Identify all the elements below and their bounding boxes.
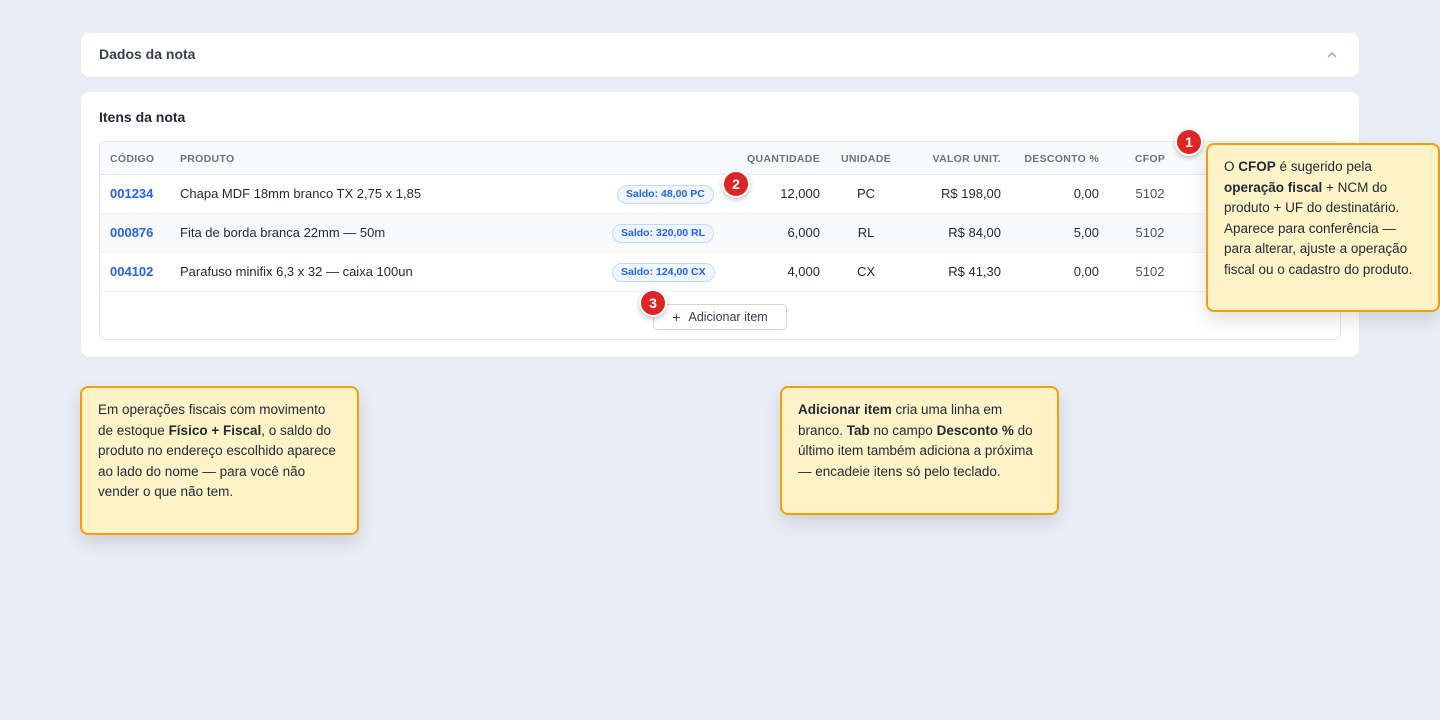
tooltip-bold: operação fiscal <box>1224 179 1323 195</box>
header-produto: PRODUTO <box>180 153 235 165</box>
item-unit-price[interactable]: R$ 41,30 <box>948 264 1001 279</box>
tooltip-bold: Físico + Fiscal <box>168 422 262 438</box>
header-cfop: CFOP <box>1134 153 1166 165</box>
item-unit-price[interactable]: R$ 198,00 <box>941 186 1001 201</box>
tooltip-bold: Tab <box>846 422 870 438</box>
step-marker-1: 1 <box>1175 128 1203 156</box>
item-cfop: 5102 <box>1135 264 1165 279</box>
itens-da-nota-title: Itens da nota <box>99 109 186 125</box>
tooltip-cfop: O CFOP é sugerido pela operação fiscal +… <box>1206 143 1440 312</box>
item-quantity[interactable]: 4,000 <box>787 264 820 279</box>
item-cfop: 5102 <box>1135 225 1165 240</box>
plus-icon: + <box>672 309 681 325</box>
tooltip-bold: CFOP <box>1238 159 1276 174</box>
tooltip-bold: Desconto % <box>936 422 1014 438</box>
item-quantity[interactable]: 12,000 <box>780 186 820 201</box>
dados-da-nota-title: Dados da nota <box>99 46 196 62</box>
item-code-link[interactable]: 004102 <box>110 264 153 279</box>
item-product-name: Chapa MDF 18mm branco TX 2,75 x 1,85 <box>180 186 422 201</box>
item-product-name: Fita de borda branca 22mm — 50m <box>180 225 386 240</box>
table-row[interactable]: 000876 Fita de borda branca 22mm — 50m S… <box>100 214 1340 253</box>
item-cfop: 5102 <box>1135 186 1165 201</box>
item-unit: RL <box>857 225 875 240</box>
chevron-up-icon[interactable] <box>1327 50 1337 60</box>
saldo-badge: Saldo: 48,00 PC <box>617 185 714 204</box>
item-code-link[interactable]: 001234 <box>110 186 153 201</box>
header-unidade: UNIDADE <box>841 153 891 165</box>
header-quantidade: QUANTIDADE <box>747 153 820 165</box>
item-code-link[interactable]: 000876 <box>110 225 153 240</box>
add-item-button[interactable]: + Adicionar item <box>653 304 787 330</box>
item-discount[interactable]: 0,00 <box>1074 186 1099 201</box>
items-table: CÓDIGO PRODUTO QUANTIDADE UNIDADE VALOR … <box>99 141 1341 340</box>
item-discount[interactable]: 5,00 <box>1074 225 1099 240</box>
dados-da-nota-panel[interactable]: Dados da nota <box>81 33 1359 77</box>
header-codigo: CÓDIGO <box>110 153 155 165</box>
tooltip-text: O <box>1224 159 1239 174</box>
step-marker-3: 3 <box>639 289 667 317</box>
tooltip-text: é sugerido pela <box>1275 159 1372 174</box>
add-item-label: Adicionar item <box>688 310 768 324</box>
itens-da-nota-panel: Itens da nota CÓDIGO PRODUTO QUANTIDADE … <box>81 92 1359 357</box>
item-unit: PC <box>856 186 876 201</box>
table-row[interactable]: 001234 Chapa MDF 18mm branco TX 2,75 x 1… <box>100 175 1340 214</box>
item-discount[interactable]: 0,00 <box>1074 264 1099 279</box>
item-unit-price[interactable]: R$ 84,00 <box>948 225 1001 240</box>
table-row[interactable]: 004102 Parafuso minifix 6,3 x 32 — caixa… <box>100 253 1340 292</box>
table-header: CÓDIGO PRODUTO QUANTIDADE UNIDADE VALOR … <box>100 142 1340 175</box>
tooltip-adicionar-item: Adicionar item cria uma linha em branco.… <box>780 386 1059 515</box>
step-marker-2: 2 <box>722 170 750 198</box>
saldo-badge: Saldo: 124,00 CX <box>612 263 715 282</box>
tooltip-bold: Adicionar item <box>798 402 892 417</box>
item-product-name: Parafuso minifix 6,3 x 32 — caixa 100un <box>180 264 413 279</box>
header-desconto: DESCONTO % <box>1024 153 1099 165</box>
tooltip-saldo: Em operações fiscais com movimento de es… <box>80 386 359 535</box>
header-valor-unit: VALOR UNIT. <box>932 153 1001 165</box>
tooltip-text: no campo <box>869 422 937 438</box>
saldo-badge: Saldo: 320,00 RL <box>612 224 715 243</box>
item-quantity[interactable]: 6,000 <box>787 225 820 240</box>
item-unit: CX <box>856 264 876 279</box>
